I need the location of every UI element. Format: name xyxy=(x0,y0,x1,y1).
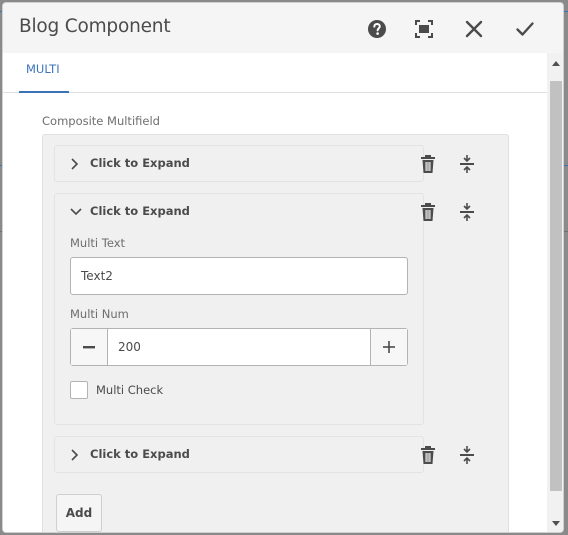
multifield-item: Click to Expand xyxy=(54,145,424,182)
reorder-item-handle[interactable] xyxy=(455,152,479,176)
reorder-item-handle[interactable] xyxy=(455,200,479,224)
move-icon xyxy=(460,446,474,464)
item-title: Click to Expand xyxy=(90,204,190,218)
done-icon xyxy=(516,22,534,36)
done-button[interactable] xyxy=(511,15,539,43)
multi-text-label: Multi Text xyxy=(70,236,126,250)
multifield-item: Click to Expand Multi Text Multi Num 200 xyxy=(54,193,424,425)
dialog-content: Composite Multifield Click to Expand Cli… xyxy=(3,94,547,532)
composite-multifield: Click to Expand Click to Expand Multi Te… xyxy=(42,134,509,532)
increment-button[interactable] xyxy=(370,329,407,365)
scroll-thumb[interactable] xyxy=(550,81,562,491)
scroll-down-button[interactable] xyxy=(547,514,563,532)
multi-check-label: Multi Check xyxy=(96,383,164,397)
multi-num-value[interactable]: 200 xyxy=(118,340,141,354)
close-button[interactable] xyxy=(460,15,488,43)
item-toggle[interactable]: Click to Expand xyxy=(55,437,423,473)
fullscreen-icon xyxy=(415,20,433,38)
chevron-right-icon xyxy=(71,158,79,170)
arrow-down-icon xyxy=(552,521,560,526)
item-toggle[interactable]: Click to Expand xyxy=(55,194,423,230)
scrollbar[interactable] xyxy=(547,53,563,532)
scroll-up-button[interactable] xyxy=(547,53,563,73)
multi-check-checkbox[interactable] xyxy=(70,381,88,399)
tab-multi[interactable]: MULTI xyxy=(19,53,69,93)
multi-num-stepper: 200 xyxy=(70,328,408,366)
help-button[interactable] xyxy=(363,15,391,43)
component-dialog: Blog Component MULTI Composite Multifiel… xyxy=(2,2,564,533)
trash-icon xyxy=(421,155,435,173)
chevron-down-icon xyxy=(70,208,82,216)
tab-bar: MULTI xyxy=(3,53,547,93)
fullscreen-button[interactable] xyxy=(410,15,438,43)
multifield-item: Click to Expand xyxy=(54,436,424,473)
add-item-button[interactable]: Add xyxy=(56,494,102,532)
trash-icon xyxy=(421,446,435,464)
chevron-right-icon xyxy=(71,449,79,461)
decrement-button[interactable] xyxy=(71,329,108,365)
multifield-label: Composite Multifield xyxy=(42,114,160,128)
item-title: Click to Expand xyxy=(90,447,190,461)
reorder-item-handle[interactable] xyxy=(455,443,479,467)
delete-item-button[interactable] xyxy=(416,443,440,467)
move-icon xyxy=(460,155,474,173)
trash-icon xyxy=(421,203,435,221)
help-icon xyxy=(368,20,386,38)
item-title: Click to Expand xyxy=(90,156,190,170)
dialog-title: Blog Component xyxy=(19,16,171,37)
delete-item-button[interactable] xyxy=(416,152,440,176)
tab-label: MULTI xyxy=(26,62,60,76)
multi-num-label: Multi Num xyxy=(70,307,129,321)
item-toggle[interactable]: Click to Expand xyxy=(55,146,423,182)
minus-icon xyxy=(83,346,95,349)
delete-item-button[interactable] xyxy=(416,200,440,224)
move-icon xyxy=(460,203,474,221)
arrow-up-icon xyxy=(552,61,560,66)
plus-icon xyxy=(383,341,395,353)
multi-text-input[interactable] xyxy=(70,257,408,295)
dialog-header: Blog Component xyxy=(3,3,563,53)
close-icon xyxy=(465,20,483,38)
